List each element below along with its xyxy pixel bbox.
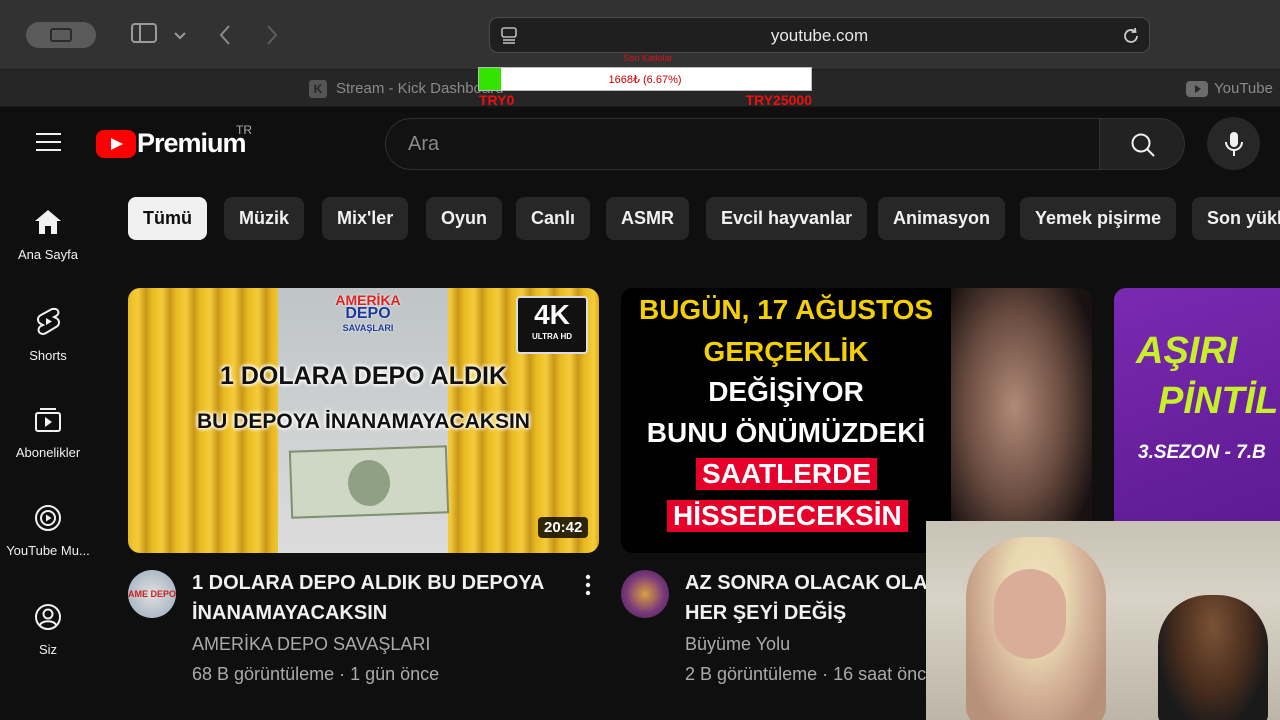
- sidebar-item-label: Abonelikler: [15, 445, 81, 460]
- goal-title: Son Katkılar: [623, 53, 673, 63]
- youtube-music-icon: [35, 505, 61, 531]
- chip-asmr[interactable]: ASMR: [606, 197, 689, 240]
- chip-recently-uploaded[interactable]: Son yükle: [1192, 197, 1280, 240]
- user-icon: [35, 604, 61, 630]
- search-placeholder: Ara: [408, 133, 440, 155]
- goal-min-label: TRY0: [479, 92, 515, 108]
- thumbnail-channel-logo: AMERİKA DEPO SAVAŞLARI: [335, 292, 401, 333]
- video-meta: 2 B görüntüleme · 16 saat önc: [685, 664, 927, 684]
- video-meta: 68 B görüntüleme · 1 gün önce: [192, 664, 440, 684]
- sidebar-item-label: Ana Sayfa: [18, 247, 78, 262]
- thumbnail-text-line3: DEĞİŞİYOR: [708, 376, 864, 407]
- sidebar-item-subscriptions[interactable]: Abonelikler: [0, 406, 96, 460]
- webcam-overlay: [926, 521, 1280, 720]
- sidebar-toggle-icon[interactable]: [130, 22, 158, 50]
- chip-pets[interactable]: Evcil hayvanlar: [706, 197, 868, 240]
- home-icon: [35, 210, 61, 234]
- sidebar-item-label: Shorts: [29, 348, 67, 363]
- video-duration: 20:42: [538, 517, 589, 538]
- sidebar-item-youtube-music[interactable]: YouTube Mu...: [0, 504, 96, 558]
- window-overview-button[interactable]: [26, 22, 96, 48]
- youtube-favicon-icon: [1186, 81, 1208, 102]
- reload-icon[interactable]: [1121, 26, 1141, 51]
- sidebar-item-label: Siz: [38, 642, 58, 657]
- chip-live[interactable]: Canlı: [516, 197, 591, 240]
- tab-youtube[interactable]: YouTube: [1214, 80, 1273, 97]
- youtube-logo-icon[interactable]: [96, 130, 136, 158]
- chip-music[interactable]: Müzik: [224, 197, 305, 240]
- country-code: TR: [236, 123, 252, 137]
- sidebar-item-label: YouTube Mu...: [6, 543, 90, 558]
- channel-avatar[interactable]: [621, 570, 669, 618]
- back-icon[interactable]: [218, 24, 232, 51]
- thumbnail-text-line1: AŞIRI: [1136, 330, 1238, 372]
- thumbnail-person: [951, 288, 1092, 553]
- url-text: youtube.com: [770, 26, 869, 45]
- webcam-person-2: [1158, 595, 1268, 720]
- thumbnail-text-line2: PİNTİL: [1158, 380, 1279, 422]
- menu-icon[interactable]: [36, 133, 61, 153]
- chip-animation[interactable]: Animasyon: [878, 197, 1006, 240]
- subscriptions-icon: [35, 408, 61, 432]
- search-button[interactable]: [1100, 118, 1185, 170]
- video-thumbnail[interactable]: BUGÜN, 17 AĞUSTOS GERÇEKLİK DEĞİŞİYOR BU…: [621, 288, 1092, 553]
- forward-icon[interactable]: [265, 24, 279, 51]
- chip-cooking[interactable]: Yemek pişirme: [1020, 197, 1177, 240]
- chip-mixes[interactable]: Mix'ler: [322, 197, 409, 240]
- search-icon: [1131, 133, 1155, 157]
- channel-avatar[interactable]: AME DEPO: [128, 570, 176, 618]
- goal-progress-text: 1668₺ (6.67%): [608, 74, 682, 86]
- address-bar[interactable]: youtube.com: [489, 17, 1150, 53]
- sidebar-item-you[interactable]: Siz: [0, 603, 96, 657]
- thumbnail-text-line5: SAATLERDE: [696, 458, 878, 490]
- chevron-down-icon[interactable]: [174, 28, 186, 46]
- video-thumbnail[interactable]: AMERİKA DEPO SAVAŞLARI 4K ULTRA HD 1 DOL…: [128, 288, 599, 553]
- thumbnail-text-line1: BUGÜN, 17 AĞUSTOS: [638, 294, 934, 325]
- donation-goal-overlay: Son Katkılar 1668₺ (6.67%) TRY0 TRY25000: [478, 52, 818, 108]
- thumbnail-text-line1: 1 DOLARA DEPO ALDIK: [219, 362, 508, 390]
- thumbnail-text-line2: BU DEPOYA İNANAMAYACAKSIN: [197, 410, 530, 433]
- logo-text[interactable]: Premium: [137, 128, 247, 159]
- kick-favicon: K: [309, 80, 327, 98]
- goal-max-label: TRY25000: [745, 92, 812, 108]
- channel-name[interactable]: AMERİKA DEPO SAVAŞLARI: [192, 634, 430, 655]
- microphone-icon: [1225, 132, 1243, 156]
- thumbnail-text-line4: BUNU ÖNÜMÜZDEKİ: [646, 417, 926, 448]
- goal-progress-bar: 1668₺ (6.67%): [478, 67, 812, 91]
- channel-name[interactable]: Büyüme Yolu: [685, 634, 790, 655]
- more-options-icon[interactable]: [582, 573, 594, 602]
- dollar-bill: [288, 445, 450, 519]
- search-input[interactable]: Ara: [385, 118, 1100, 170]
- thumbnail-text-line2: GERÇEKLİK: [703, 336, 869, 367]
- sidebar-item-home[interactable]: Ana Sayfa: [0, 208, 96, 262]
- sidebar-item-shorts[interactable]: Shorts: [0, 307, 96, 363]
- chip-gaming[interactable]: Oyun: [426, 197, 503, 240]
- thumbnail-text-line6: HİSSEDECEKSİN: [667, 500, 908, 532]
- voice-search-button[interactable]: [1207, 117, 1260, 170]
- thumbnail-text-line3: 3.SEZON - 7.B: [1138, 442, 1266, 463]
- video-thumbnail[interactable]: AŞIRI PİNTİL 3.SEZON - 7.B: [1114, 288, 1280, 553]
- chip-all[interactable]: Tümü: [128, 197, 207, 240]
- webcam-face-1: [994, 569, 1066, 659]
- video-title[interactable]: 1 DOLARA DEPO ALDIK BU DEPOYA İNANAMAYAC…: [192, 568, 557, 628]
- shorts-icon: [37, 307, 60, 336]
- 4k-badge: 4K ULTRA HD: [516, 296, 588, 354]
